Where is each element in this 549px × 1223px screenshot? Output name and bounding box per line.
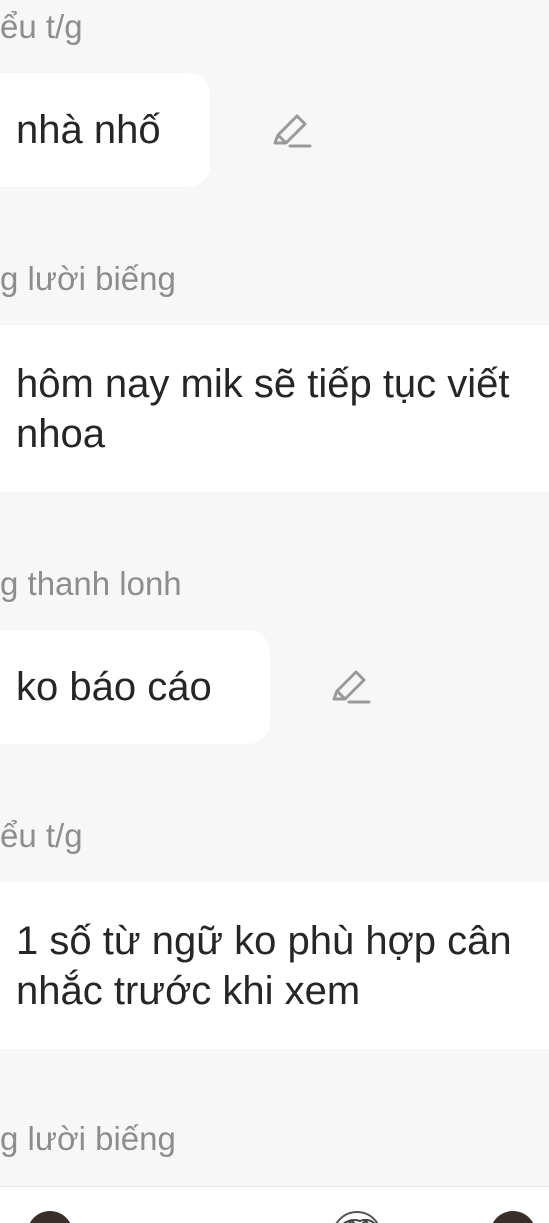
comment-text-line: 1 số từ ngữ ko phù hợp cân (16, 919, 512, 963)
comment-text-line: nhoa (16, 412, 105, 456)
avatar[interactable] (27, 1211, 73, 1223)
avatar[interactable] (490, 1211, 536, 1223)
comment-author: g lười biếng (0, 260, 176, 297)
comment-author: ểu t/g (0, 817, 83, 854)
comment-text: ko báo cáo (16, 665, 212, 709)
comment-author: g lười biếng (0, 1120, 176, 1157)
bottom-bar (0, 1186, 549, 1223)
comment-bubble[interactable]: ko báo cáo (0, 630, 270, 744)
comment-text: nhà nhố (16, 108, 161, 152)
comment-text-line: hôm nay mik sẽ tiếp tục viết (16, 362, 510, 406)
pencil-icon[interactable] (270, 110, 312, 152)
comment-author: ểu t/g (0, 8, 83, 45)
comment-bubble[interactable]: 1 số từ ngữ ko phù hợp cân nhắc trước kh… (0, 882, 549, 1049)
comment-text-line: nhắc trước khi xem (16, 969, 361, 1013)
avatar[interactable] (332, 1211, 382, 1223)
pencil-icon[interactable] (329, 666, 371, 708)
comment-bubble[interactable]: nhà nhố (0, 73, 210, 187)
comment-author: g thanh lonh (0, 565, 182, 602)
comment-bubble[interactable]: hôm nay mik sẽ tiếp tục viết nhoa (0, 325, 549, 492)
